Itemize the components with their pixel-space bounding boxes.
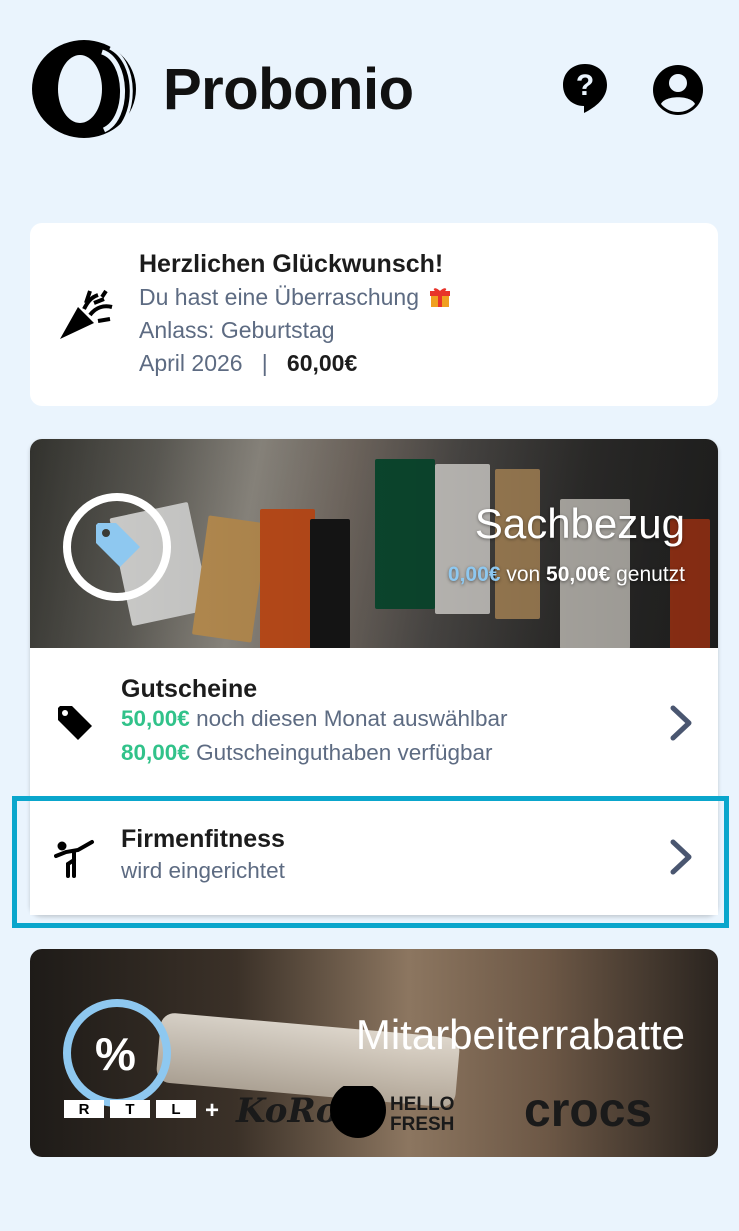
- chevron-right-icon[interactable]: [666, 838, 698, 876]
- gutscheine-balance: 80,00€ Gutscheinguthaben verfügbar: [121, 740, 493, 765]
- tag-icon: [96, 523, 140, 567]
- firmenfitness-status: wird eingerichtet: [121, 858, 285, 883]
- gutscheine-title: Gutscheine: [121, 675, 258, 703]
- rtl-r: R: [79, 1101, 90, 1118]
- congrats-title: Herzlichen Glückwunsch!: [139, 250, 444, 278]
- svg-text:FRESH: FRESH: [390, 1114, 454, 1135]
- account-icon[interactable]: [652, 64, 704, 116]
- surprise-text: Du hast eine Überraschung: [139, 284, 451, 311]
- crocs-logo: crocs: [524, 1086, 652, 1137]
- martial-arts-icon: [54, 840, 94, 878]
- svg-text:T: T: [125, 1101, 134, 1118]
- svg-text:HELLO: HELLO: [390, 1094, 454, 1115]
- koro-logo: KoRo: [235, 1091, 338, 1131]
- surprise-date-amount: April 2026 | 60,00€: [139, 350, 358, 376]
- gutscheine-monthly: 50,00€ noch diesen Monat auswählbar: [121, 706, 508, 731]
- party-popper-icon: [60, 289, 113, 339]
- firmenfitness-title: Firmenfitness: [121, 825, 285, 853]
- occasion-text: Anlass: Geburtstag: [139, 317, 335, 343]
- sachbezug-usage: 0,00€ von 50,00€ genutzt: [447, 563, 685, 586]
- gift-icon: [430, 288, 451, 307]
- chevron-right-icon[interactable]: [666, 704, 698, 742]
- tag-icon: [58, 706, 92, 740]
- percent-icon: %: [95, 1028, 136, 1080]
- mitarbeiterrabatte-card[interactable]: % Mitarbeiterrabatte R T L + KoRo HELLO …: [30, 949, 718, 1157]
- surprise-amount: 60,00€: [286, 350, 358, 376]
- partner-logos: R T L + KoRo HELLO FRESH crocs: [64, 1086, 652, 1138]
- svg-text:?: ?: [576, 69, 594, 102]
- svg-text:L: L: [171, 1101, 180, 1118]
- rtl-plus-logo: R T L +: [64, 1097, 219, 1124]
- svg-text:+: +: [205, 1097, 219, 1124]
- rabatte-title: Mitarbeiterrabatte: [355, 1011, 685, 1058]
- brand-name: Probonio: [163, 57, 414, 122]
- sachbezug-title: Sachbezug: [474, 500, 685, 547]
- probonio-logo: [32, 40, 136, 138]
- help-icon[interactable]: ?: [562, 62, 608, 114]
